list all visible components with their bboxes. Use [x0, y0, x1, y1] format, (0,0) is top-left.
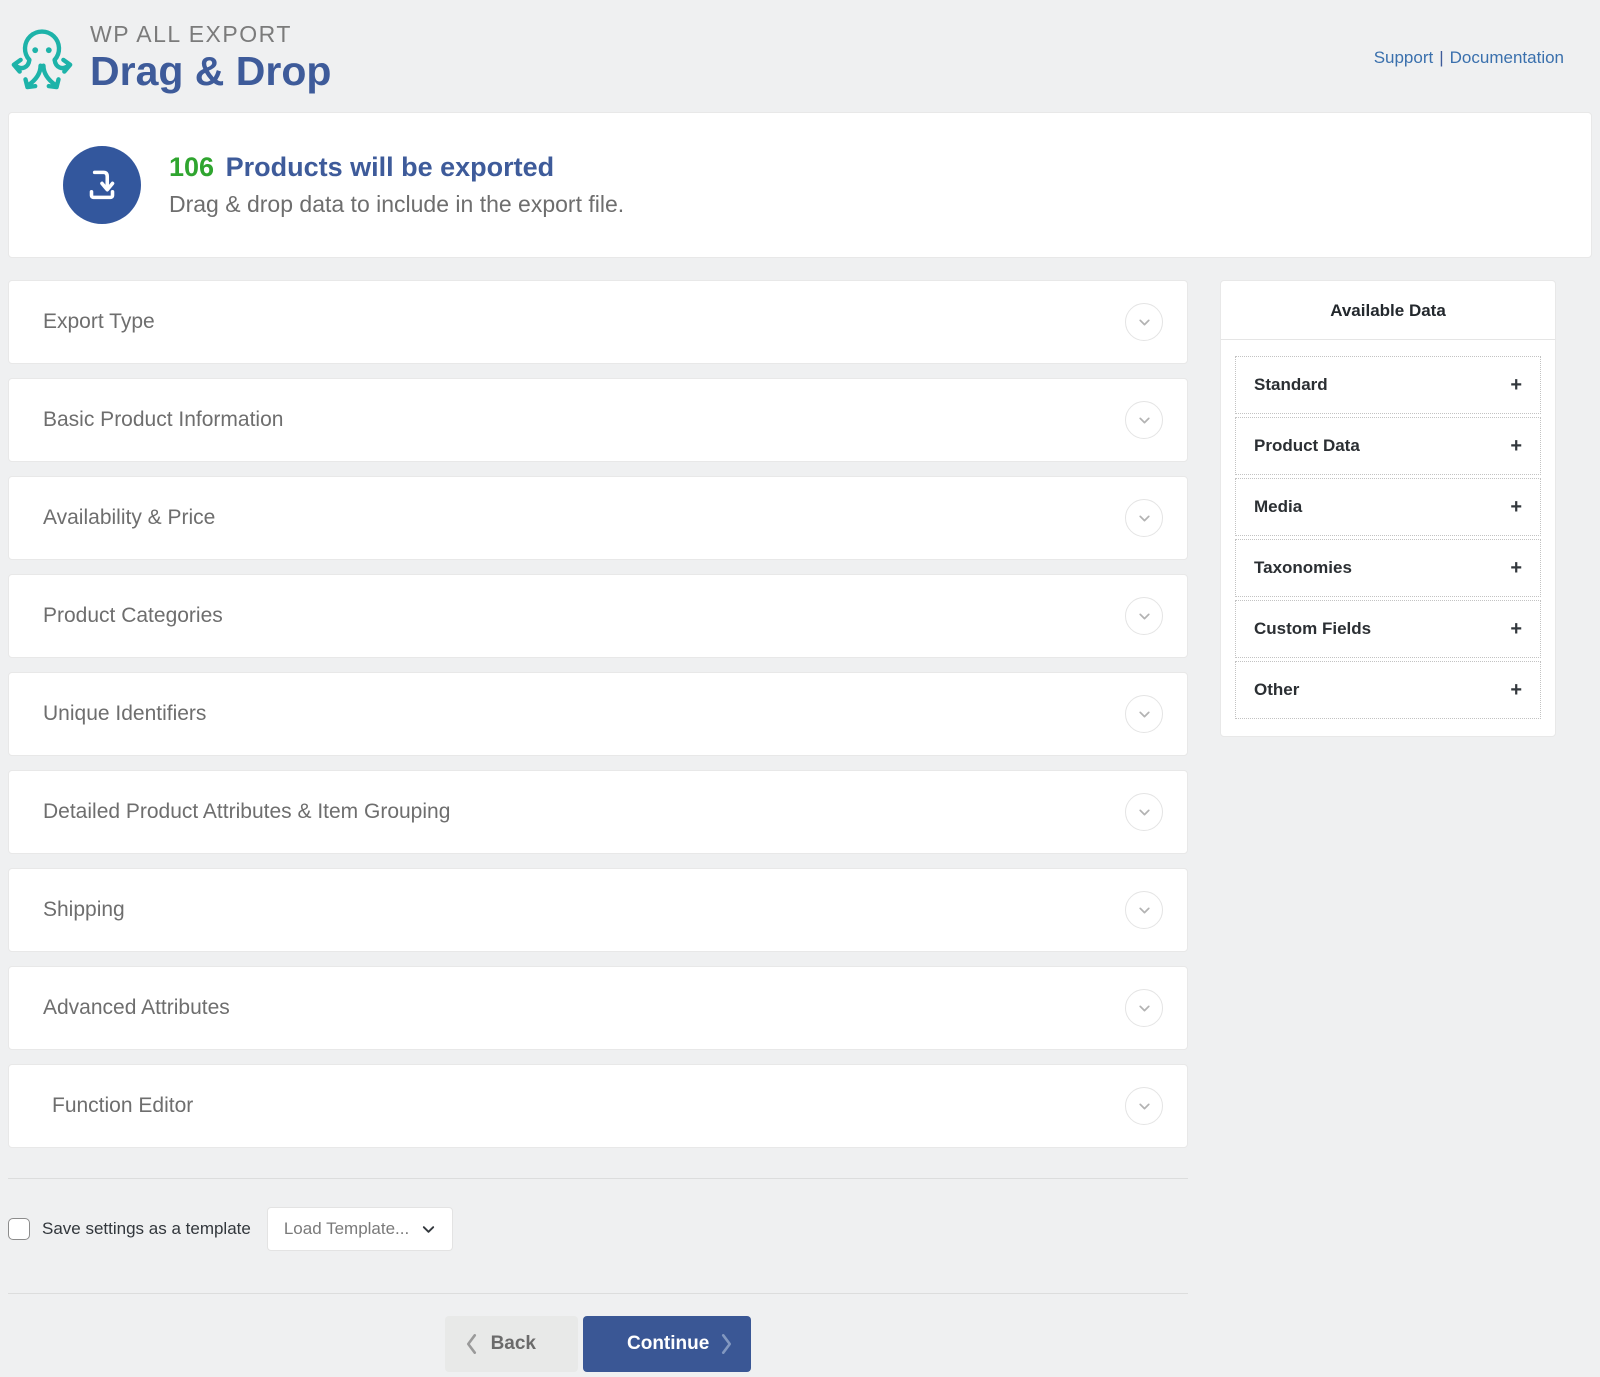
chevron-down-icon: [421, 1222, 436, 1237]
section-title: Advanced Attributes: [43, 996, 230, 1020]
chevron-right-icon: [720, 1333, 733, 1355]
save-template-checkbox[interactable]: [8, 1218, 30, 1240]
available-data-item-media[interactable]: Media +: [1235, 478, 1541, 536]
available-data-list: Standard + Product Data + Media + Taxono…: [1221, 340, 1555, 736]
item-label: Other: [1254, 680, 1299, 700]
page-title: Drag & Drop: [90, 49, 331, 94]
section-title: Function Editor: [52, 1094, 193, 1118]
available-data-item-taxonomies[interactable]: Taxonomies +: [1235, 539, 1541, 597]
header-links: Support | Documentation: [1374, 48, 1588, 68]
available-data-panel: Available Data Standard + Product Data +…: [1220, 280, 1556, 737]
section-availability-price[interactable]: Availability & Price: [8, 476, 1188, 560]
continue-button-label: Continue: [627, 1333, 709, 1355]
continue-button[interactable]: Continue: [583, 1316, 751, 1372]
plus-icon[interactable]: +: [1510, 375, 1522, 395]
export-count-label: Products will be exported: [226, 152, 555, 182]
section-export-type[interactable]: Export Type: [8, 280, 1188, 364]
export-count-title: 106 Products will be exported: [169, 152, 624, 183]
item-label: Taxonomies: [1254, 558, 1352, 578]
download-icon: [63, 146, 141, 224]
banner-subtitle: Drag & drop data to include in the expor…: [169, 191, 624, 218]
section-title: Export Type: [43, 310, 155, 334]
section-title: Availability & Price: [43, 506, 215, 530]
chevron-down-icon[interactable]: [1125, 793, 1163, 831]
link-separator: |: [1439, 48, 1443, 67]
section-title: Basic Product Information: [43, 408, 283, 432]
item-label: Media: [1254, 497, 1302, 517]
back-button-label: Back: [491, 1333, 536, 1355]
section-product-categories[interactable]: Product Categories: [8, 574, 1188, 658]
plus-icon[interactable]: +: [1510, 436, 1522, 456]
section-function-editor[interactable]: Function Editor: [8, 1064, 1188, 1148]
plus-icon[interactable]: +: [1510, 680, 1522, 700]
item-label: Standard: [1254, 375, 1328, 395]
back-button[interactable]: Back: [445, 1316, 578, 1372]
section-detailed-attributes-grouping[interactable]: Detailed Product Attributes & Item Group…: [8, 770, 1188, 854]
export-sections-column: Export Type Basic Product Information Av…: [8, 280, 1188, 1372]
top-header: WP ALL EXPORT Drag & Drop Support | Docume…: [8, 0, 1592, 112]
brand: WP ALL EXPORT Drag & Drop: [8, 18, 331, 99]
chevron-left-icon: [465, 1333, 478, 1355]
brand-name: WP ALL EXPORT: [90, 22, 331, 47]
octopus-icon: [8, 18, 76, 99]
section-title: Shipping: [43, 898, 125, 922]
available-data-item-standard[interactable]: Standard +: [1235, 356, 1541, 414]
chevron-down-icon[interactable]: [1125, 597, 1163, 635]
main-content: Export Type Basic Product Information Av…: [8, 280, 1592, 1372]
available-data-item-product-data[interactable]: Product Data +: [1235, 417, 1541, 475]
section-unique-identifiers[interactable]: Unique Identifiers: [8, 672, 1188, 756]
section-title: Detailed Product Attributes & Item Group…: [43, 800, 450, 824]
template-row-divider: [8, 1178, 1188, 1179]
section-title: Product Categories: [43, 604, 223, 628]
section-advanced-attributes[interactable]: Advanced Attributes: [8, 966, 1188, 1050]
plus-icon[interactable]: +: [1510, 558, 1522, 578]
documentation-link[interactable]: Documentation: [1450, 48, 1564, 67]
chevron-down-icon[interactable]: [1125, 695, 1163, 733]
section-title: Unique Identifiers: [43, 702, 206, 726]
chevron-down-icon[interactable]: [1125, 989, 1163, 1027]
item-label: Custom Fields: [1254, 619, 1371, 639]
available-data-item-custom-fields[interactable]: Custom Fields +: [1235, 600, 1541, 658]
item-label: Product Data: [1254, 436, 1360, 456]
chevron-down-icon[interactable]: [1125, 303, 1163, 341]
export-summary-banner: 106 Products will be exported Drag & dro…: [8, 112, 1592, 258]
support-link[interactable]: Support: [1374, 48, 1434, 67]
export-count: 106: [169, 152, 214, 182]
available-data-title: Available Data: [1221, 281, 1555, 340]
template-controls: Save settings as a template Load Templat…: [8, 1207, 1188, 1251]
available-data-item-other[interactable]: Other +: [1235, 661, 1541, 719]
section-basic-product-information[interactable]: Basic Product Information: [8, 378, 1188, 462]
chevron-down-icon[interactable]: [1125, 401, 1163, 439]
save-template-label: Save settings as a template: [42, 1219, 251, 1239]
plus-icon[interactable]: +: [1510, 497, 1522, 517]
wizard-navigation: Back Continue: [8, 1316, 1188, 1372]
section-shipping[interactable]: Shipping: [8, 868, 1188, 952]
load-template-label: Load Template...: [284, 1219, 409, 1239]
buttons-divider: [8, 1293, 1188, 1294]
chevron-down-icon[interactable]: [1125, 499, 1163, 537]
plus-icon[interactable]: +: [1510, 619, 1522, 639]
chevron-down-icon[interactable]: [1125, 1087, 1163, 1125]
load-template-dropdown[interactable]: Load Template...: [267, 1207, 453, 1251]
chevron-down-icon[interactable]: [1125, 891, 1163, 929]
